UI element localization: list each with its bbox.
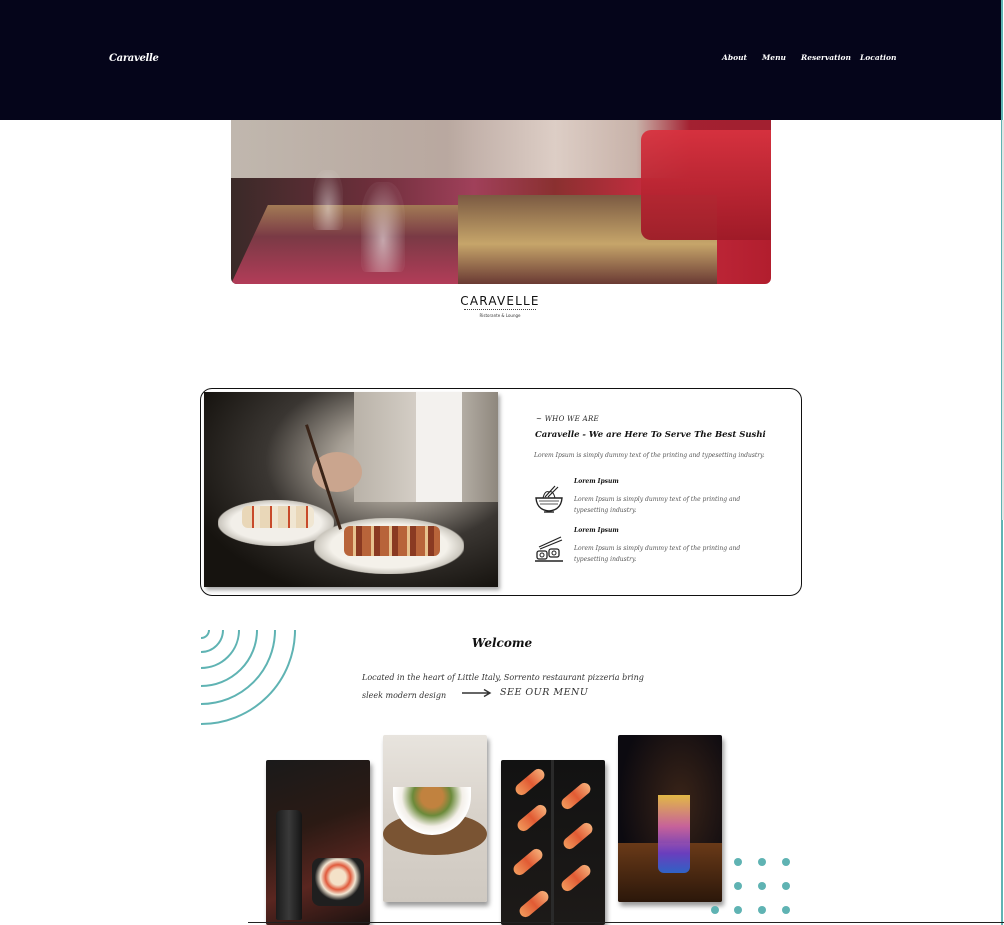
- brand-tagline: Ristorante & Lounge: [479, 313, 521, 318]
- nav-reservation[interactable]: Reservation: [801, 53, 851, 62]
- decorative-dots: [711, 858, 790, 914]
- feature-2-text: Lorem Ipsum is simply dummy text of the …: [574, 545, 741, 563]
- gallery-image-cocktail: [618, 735, 722, 902]
- gallery-image-sushi-platter: [501, 760, 605, 925]
- ramen-bowl-icon: [535, 485, 563, 513]
- about-eyebrow: ~ WHO WE ARE: [536, 415, 599, 423]
- nav-menu[interactable]: Menu: [762, 53, 786, 62]
- sushi-chopsticks-icon: [535, 536, 563, 562]
- nav-about[interactable]: About: [722, 53, 747, 62]
- brand-name: CARAVELLE: [460, 294, 540, 308]
- welcome-title: Welcome: [471, 636, 533, 650]
- about-title: Caravelle - We are Here To Serve The Bes…: [535, 430, 766, 440]
- brand-logo: CARAVELLE Ristorante & Lounge: [455, 294, 545, 318]
- hero-restaurant-photo: [231, 120, 771, 284]
- gallery-image-sake-sushi: [266, 760, 370, 925]
- about-description: Lorem Ipsum is simply dummy text of the …: [534, 452, 765, 459]
- see-menu-link[interactable]: SEE OUR MENU: [500, 687, 588, 698]
- feature-2-title: Lorem Ipsum: [574, 527, 619, 534]
- brand-divider: [464, 309, 536, 310]
- site-header: Caravelle About Menu Reservation Locatio…: [0, 0, 1001, 120]
- site-logo[interactable]: Caravelle: [109, 53, 159, 64]
- nav-location[interactable]: Location: [860, 53, 896, 62]
- gallery-image-bowl: [383, 735, 487, 902]
- section-divider: [248, 922, 1004, 923]
- feature-1-title: Lorem Ipsum: [574, 478, 619, 485]
- about-sushi-photo: [204, 392, 498, 587]
- arrow-right-icon: [462, 688, 492, 698]
- feature-1-text: Lorem Ipsum is simply dummy text of the …: [574, 496, 741, 514]
